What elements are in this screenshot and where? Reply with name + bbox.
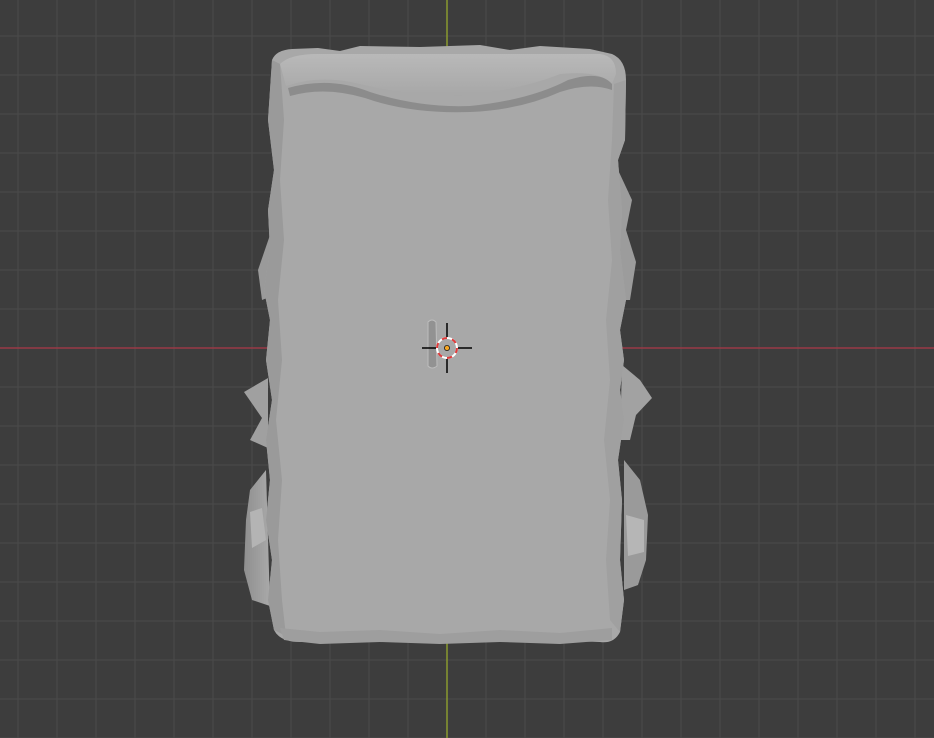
viewport-scene[interactable] [0,0,934,738]
object-origin-icon[interactable] [443,344,450,351]
rock-slab-mesh[interactable] [244,45,652,644]
3d-viewport[interactable] [0,0,934,738]
right-lower-detail [626,515,644,556]
center-notch [427,319,438,369]
slab-body [264,45,626,643]
